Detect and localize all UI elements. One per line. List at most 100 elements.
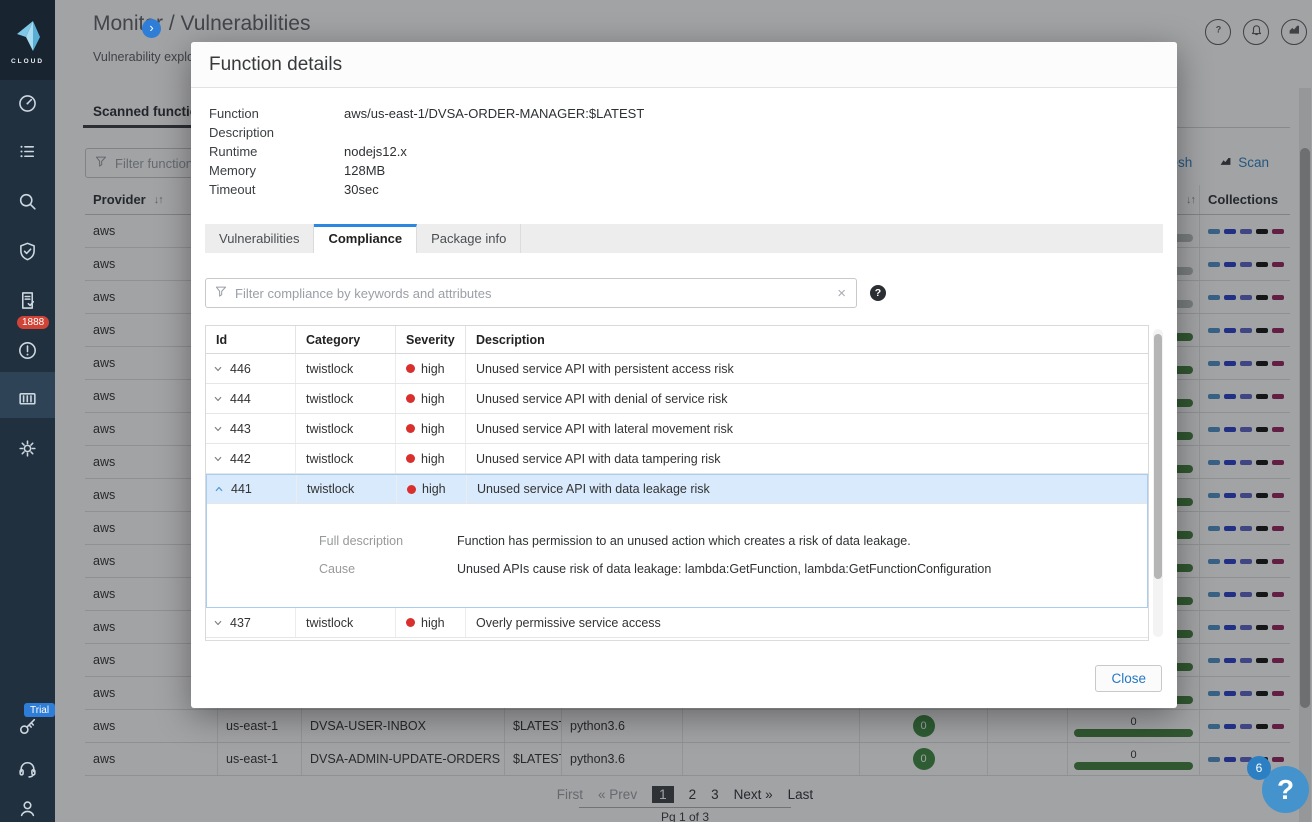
detail-value: 128MB bbox=[344, 163, 386, 178]
detail-value: aws/us-east-1/DVSA-ORDER-MANAGER:$LATEST bbox=[344, 106, 645, 121]
close-button[interactable]: Close bbox=[1095, 665, 1162, 692]
severity-label: high bbox=[422, 482, 446, 496]
containers-icon bbox=[17, 388, 38, 414]
detail-label: Runtime bbox=[209, 144, 258, 159]
severity-label: high bbox=[421, 391, 445, 406]
cell-id: 441 bbox=[207, 475, 297, 503]
detail-row: Timeout 30sec bbox=[209, 180, 644, 199]
gauge-icon bbox=[17, 93, 38, 119]
chevron-down-icon[interactable] bbox=[212, 617, 224, 629]
chevron-down-icon[interactable] bbox=[212, 393, 224, 405]
cell-description: Unused service API with data tampering r… bbox=[476, 451, 721, 466]
cell-id: 437 bbox=[206, 608, 296, 637]
chevron-down-icon[interactable] bbox=[212, 423, 224, 435]
headset-icon bbox=[17, 758, 38, 784]
cell-id: 443 bbox=[206, 414, 296, 443]
sidebar-item-settings[interactable] bbox=[0, 434, 55, 468]
cell-severity: high bbox=[397, 475, 467, 503]
compliance-row[interactable]: 441 twistlock high Unused service API with … bbox=[207, 475, 1147, 504]
alerts-count-badge: 1888 bbox=[17, 316, 50, 329]
severity-dot bbox=[406, 394, 415, 403]
cell-severity: high bbox=[396, 384, 466, 413]
cell-category: twistlock bbox=[296, 354, 396, 383]
severity-label: high bbox=[421, 361, 445, 376]
severity-dot bbox=[407, 484, 416, 494]
severity-label: high bbox=[421, 451, 445, 466]
cell-id: 444 bbox=[206, 384, 296, 413]
detail-row: Memory 128MB bbox=[209, 161, 644, 180]
user-icon bbox=[17, 798, 38, 822]
sidebar-item-radar[interactable] bbox=[0, 89, 55, 123]
sidebar-item-profile[interactable] bbox=[0, 794, 55, 822]
detail-label: Description bbox=[209, 125, 275, 140]
alert-circle-icon bbox=[17, 340, 38, 366]
compliance-row[interactable]: 437 twistlock high Overly permissive servic… bbox=[206, 608, 1148, 638]
detail-value: nodejs12.x bbox=[344, 144, 407, 159]
sidebar-item-alerts[interactable] bbox=[0, 336, 55, 370]
help-notification-badge: 6 bbox=[1247, 756, 1271, 780]
sidebar-item-support[interactable] bbox=[0, 754, 55, 788]
compliance-filter-placeholder: Filter compliance by keywords and attrib… bbox=[235, 285, 492, 301]
cell-category: twistlock bbox=[296, 608, 396, 637]
detail-panel-label: Cause bbox=[319, 562, 356, 576]
detail-panel-row: Full description Function has permission … bbox=[207, 534, 1147, 548]
compliance-header-row: Id Category Severity Description bbox=[206, 326, 1148, 354]
tab-package-info[interactable]: Package info bbox=[417, 224, 522, 253]
column-header-severity: Severity bbox=[396, 326, 466, 353]
sidebar-item-license[interactable] bbox=[0, 712, 55, 746]
cell-description: Unused service API with denial of servic… bbox=[476, 391, 728, 406]
id-value: 444 bbox=[230, 391, 251, 406]
trial-badge: Trial bbox=[24, 703, 56, 717]
cell-category: twistlock bbox=[296, 444, 396, 473]
expanded-row-block: 441 twistlock high Unused service API with … bbox=[206, 474, 1148, 608]
chevron-down-icon[interactable] bbox=[212, 453, 224, 465]
detail-panel-value: Function has permission to an unused act… bbox=[457, 534, 911, 548]
detail-label: Function bbox=[209, 106, 259, 121]
cell-category: twistlock bbox=[296, 384, 396, 413]
detail-label: Timeout bbox=[209, 182, 256, 197]
chevron-up-icon[interactable] bbox=[213, 483, 225, 495]
id-value: 442 bbox=[230, 451, 251, 466]
severity-dot bbox=[406, 454, 415, 463]
compliance-row[interactable]: 446 twistlock high Unused service API with … bbox=[206, 354, 1148, 384]
funnel-icon bbox=[214, 284, 228, 303]
sidebar-item-search[interactable] bbox=[0, 187, 55, 221]
filter-help-icon[interactable]: ? bbox=[870, 285, 886, 301]
cell-severity: high bbox=[396, 444, 466, 473]
compliance-row[interactable]: 442 twistlock high Unused service API with … bbox=[206, 444, 1148, 474]
logo-text: CLOUD bbox=[10, 58, 45, 65]
cell-category: twistlock bbox=[296, 414, 396, 443]
sidebar-expand-button[interactable]: › bbox=[142, 19, 161, 38]
sidebar-item-containers[interactable] bbox=[0, 384, 55, 418]
key-icon bbox=[17, 716, 38, 742]
prisma-cloud-logo-icon[interactable] bbox=[13, 20, 43, 57]
compliance-scrollbar[interactable] bbox=[1153, 329, 1163, 637]
sidebar-item-compliance[interactable] bbox=[0, 286, 55, 320]
row-detail-panel: Full description Function has permission … bbox=[207, 504, 1147, 607]
tab-vulnerabilities[interactable]: Vulnerabilities bbox=[205, 224, 315, 253]
logo-block: CLOUD bbox=[0, 0, 55, 80]
cell-description: Unused service API with data leakage ris… bbox=[477, 482, 710, 496]
shield-check-icon bbox=[17, 241, 38, 267]
tab-compliance[interactable]: Compliance bbox=[314, 224, 418, 253]
chevron-down-icon[interactable] bbox=[212, 363, 224, 375]
cell-description: Unused service API with persistent acces… bbox=[476, 361, 734, 376]
sidebar-item-defend[interactable] bbox=[0, 237, 55, 271]
detail-panel-row: Cause Unused APIs cause risk of data leak… bbox=[207, 562, 1147, 576]
compliance-filter-input[interactable]: Filter compliance by keywords and attrib… bbox=[205, 278, 857, 308]
id-value: 443 bbox=[230, 421, 251, 436]
detail-value bbox=[344, 123, 644, 142]
detail-label: Memory bbox=[209, 163, 256, 178]
sidebar-item-policies[interactable] bbox=[0, 137, 55, 171]
clear-filter-icon[interactable]: × bbox=[835, 285, 848, 302]
sidebar: CLOUD 1888 Trial bbox=[0, 0, 56, 822]
compliance-scrollbar-thumb[interactable] bbox=[1154, 334, 1162, 579]
cell-id: 442 bbox=[206, 444, 296, 473]
compliance-row[interactable]: 444 twistlock high Unused service API with … bbox=[206, 384, 1148, 414]
cell-severity: high bbox=[396, 414, 466, 443]
compliance-row[interactable]: 443 twistlock high Unused service API with … bbox=[206, 414, 1148, 444]
function-details-modal: Function details Function aws/us-east-1/D… bbox=[191, 42, 1177, 708]
cell-description: Unused service API with lateral movement… bbox=[476, 421, 734, 436]
cell-description: Overly permissive service access bbox=[476, 615, 661, 630]
modal-tabs: Vulnerabilities Compliance Package info bbox=[205, 224, 1163, 253]
